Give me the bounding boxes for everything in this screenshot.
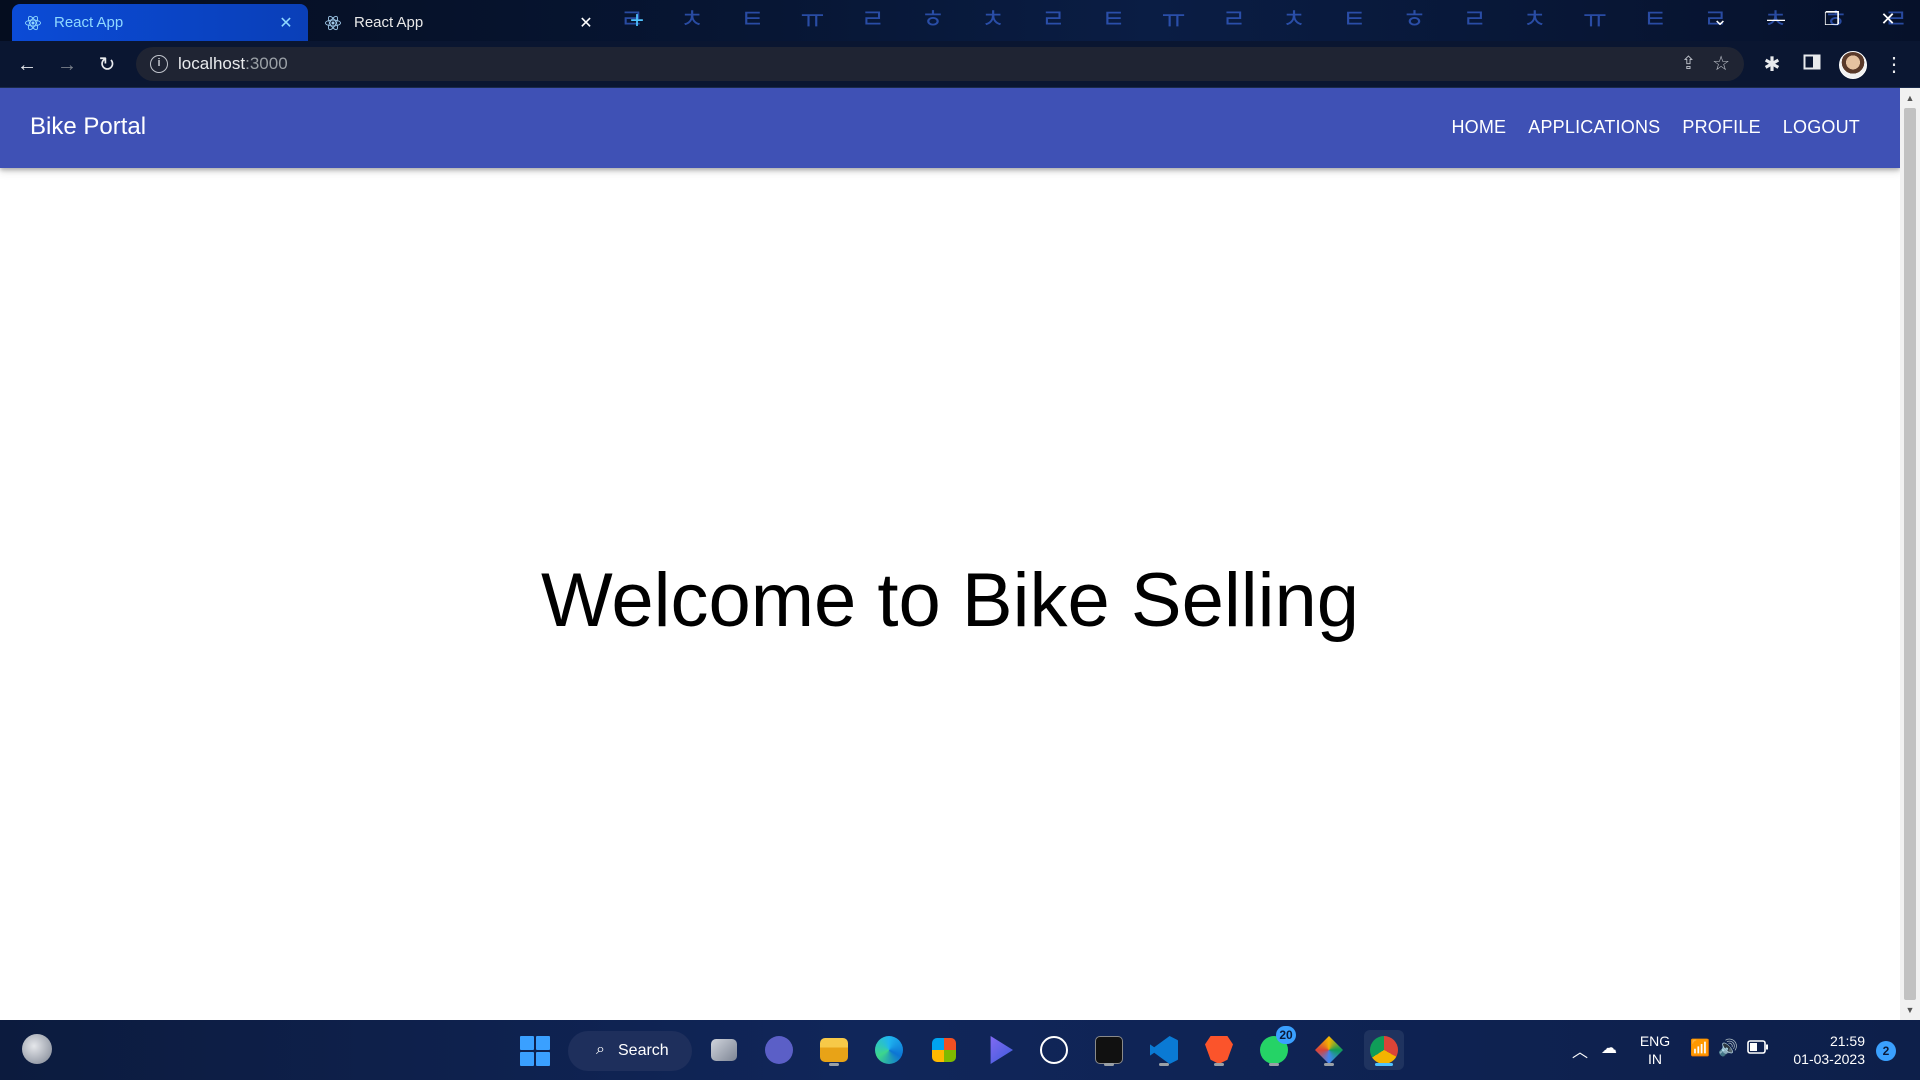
plus-icon: + bbox=[629, 7, 644, 34]
system-clock[interactable]: 21:59 01-03-2023 bbox=[1785, 1032, 1865, 1068]
terminal-icon[interactable] bbox=[1089, 1030, 1129, 1070]
nav-profile[interactable]: PROFILE bbox=[1682, 117, 1760, 138]
tab-close-icon[interactable]: ✕ bbox=[576, 13, 596, 33]
clock-date: 01-03-2023 bbox=[1793, 1051, 1865, 1067]
back-icon[interactable]: ← bbox=[13, 51, 41, 79]
tab-react-app-active[interactable]: React App ✕ bbox=[12, 4, 308, 41]
page-scrollbar[interactable]: ▲ ▼ bbox=[1900, 88, 1920, 1020]
minimize-button[interactable]: — bbox=[1748, 0, 1804, 41]
browser-menu-icon[interactable]: ⋮ bbox=[1880, 51, 1908, 79]
whatsapp-badge: 20 bbox=[1276, 1026, 1296, 1044]
welcome-heading: Welcome to Bike Selling bbox=[540, 558, 1360, 643]
tab-react-app[interactable]: React App ✕ bbox=[312, 4, 608, 41]
new-tab-button[interactable]: + bbox=[624, 8, 650, 34]
file-explorer-icon[interactable] bbox=[814, 1030, 854, 1070]
chrome-icon[interactable] bbox=[1364, 1030, 1404, 1070]
nav-applications[interactable]: APPLICATIONS bbox=[1528, 117, 1660, 138]
git-tool-icon[interactable] bbox=[1309, 1030, 1349, 1070]
react-icon bbox=[25, 15, 41, 30]
taskbar: ⌕ Search 20 ︿ ☁ ENG IN 📶 🔊 21:59 01-03-2… bbox=[0, 1020, 1920, 1080]
url-port: :3000 bbox=[245, 54, 288, 73]
tab-close-icon[interactable]: ✕ bbox=[276, 13, 296, 33]
tab-title: React App bbox=[354, 14, 424, 31]
nav-logout[interactable]: LOGOUT bbox=[1783, 117, 1860, 138]
side-panel-icon[interactable] bbox=[1798, 51, 1826, 79]
onedrive-cloud-icon[interactable]: ☁ bbox=[1601, 1038, 1617, 1058]
volume-icon[interactable]: 🔊 bbox=[1718, 1038, 1738, 1058]
address-bar[interactable]: i localhost:3000 ⇪ ☆ bbox=[136, 47, 1744, 81]
react-icon bbox=[325, 15, 341, 30]
close-window-button[interactable]: ✕ bbox=[1860, 0, 1916, 41]
reload-icon[interactable]: ↻ bbox=[93, 51, 121, 79]
tab-title: React App bbox=[54, 14, 124, 31]
power-automate-icon[interactable] bbox=[979, 1030, 1019, 1070]
nav-home[interactable]: HOME bbox=[1451, 117, 1506, 138]
bookmark-star-icon[interactable]: ☆ bbox=[1712, 51, 1730, 76]
address-url[interactable]: localhost:3000 bbox=[178, 54, 288, 74]
share-icon[interactable]: ⇪ bbox=[1681, 53, 1696, 74]
extensions-puzzle-icon[interactable]: ✱ bbox=[1758, 51, 1786, 79]
microsoft-store-icon[interactable] bbox=[924, 1030, 964, 1070]
search-label: Search bbox=[618, 1042, 669, 1059]
battery-icon[interactable] bbox=[1747, 1040, 1769, 1059]
language-code: ENG bbox=[1639, 1033, 1671, 1049]
app-bar: Bike Portal HOME APPLICATIONS PROFILE LO… bbox=[0, 88, 1900, 168]
url-host: localhost bbox=[178, 54, 246, 73]
clock-time: 21:59 bbox=[1829, 1033, 1865, 1049]
scrollbar-thumb[interactable] bbox=[1904, 108, 1916, 1000]
forward-icon[interactable]: → bbox=[53, 51, 81, 79]
scroll-up-arrow-icon[interactable]: ▲ bbox=[1900, 90, 1920, 106]
dell-icon[interactable] bbox=[1034, 1030, 1074, 1070]
vscode-icon[interactable] bbox=[1144, 1030, 1184, 1070]
page-viewport: Bike Portal HOME APPLICATIONS PROFILE LO… bbox=[0, 88, 1900, 1020]
browser-tab-strip: ㄹ ㅊ ㅌ ㅠ ㄹ ㅎ ㅊ ㄹ ㅌ ㅠ ㄹ ㅊ ㅌ ㅎ ㄹ ㅊ ㅠ ㅌ ㄹ ㅊ … bbox=[0, 0, 1920, 41]
brand-title[interactable]: Bike Portal bbox=[30, 113, 146, 141]
brave-icon[interactable] bbox=[1199, 1030, 1239, 1070]
notification-badge[interactable]: 2 bbox=[1876, 1041, 1896, 1061]
start-button[interactable] bbox=[520, 1036, 550, 1066]
language-region: IN bbox=[1648, 1051, 1662, 1067]
browser-toolbar: ← → ↻ i localhost:3000 ⇪ ☆ ✱ ⋮ bbox=[0, 41, 1920, 88]
tab-search-chevron-icon[interactable]: ⌄ bbox=[1692, 0, 1748, 41]
restore-button[interactable]: ❐ bbox=[1804, 0, 1860, 41]
nav-links: HOME APPLICATIONS PROFILE LOGOUT bbox=[1429, 117, 1860, 138]
edge-icon[interactable] bbox=[869, 1030, 909, 1070]
profile-avatar[interactable] bbox=[1839, 51, 1867, 79]
scroll-down-arrow-icon[interactable]: ▼ bbox=[1900, 1002, 1920, 1018]
whatsapp-icon[interactable]: 20 bbox=[1254, 1026, 1296, 1070]
site-info-icon[interactable]: i bbox=[150, 55, 168, 73]
show-hidden-icons-chevron-icon[interactable]: ︿ bbox=[1572, 1038, 1588, 1062]
input-language[interactable]: ENG IN bbox=[1638, 1032, 1672, 1068]
wifi-icon[interactable]: 📶 bbox=[1690, 1038, 1710, 1058]
task-view-icon[interactable] bbox=[704, 1030, 744, 1070]
search-icon: ⌕ bbox=[596, 1041, 605, 1058]
teams-chat-icon[interactable] bbox=[759, 1030, 799, 1070]
taskbar-search[interactable]: ⌕ Search bbox=[568, 1031, 692, 1071]
weather-widget-icon[interactable] bbox=[22, 1034, 52, 1064]
